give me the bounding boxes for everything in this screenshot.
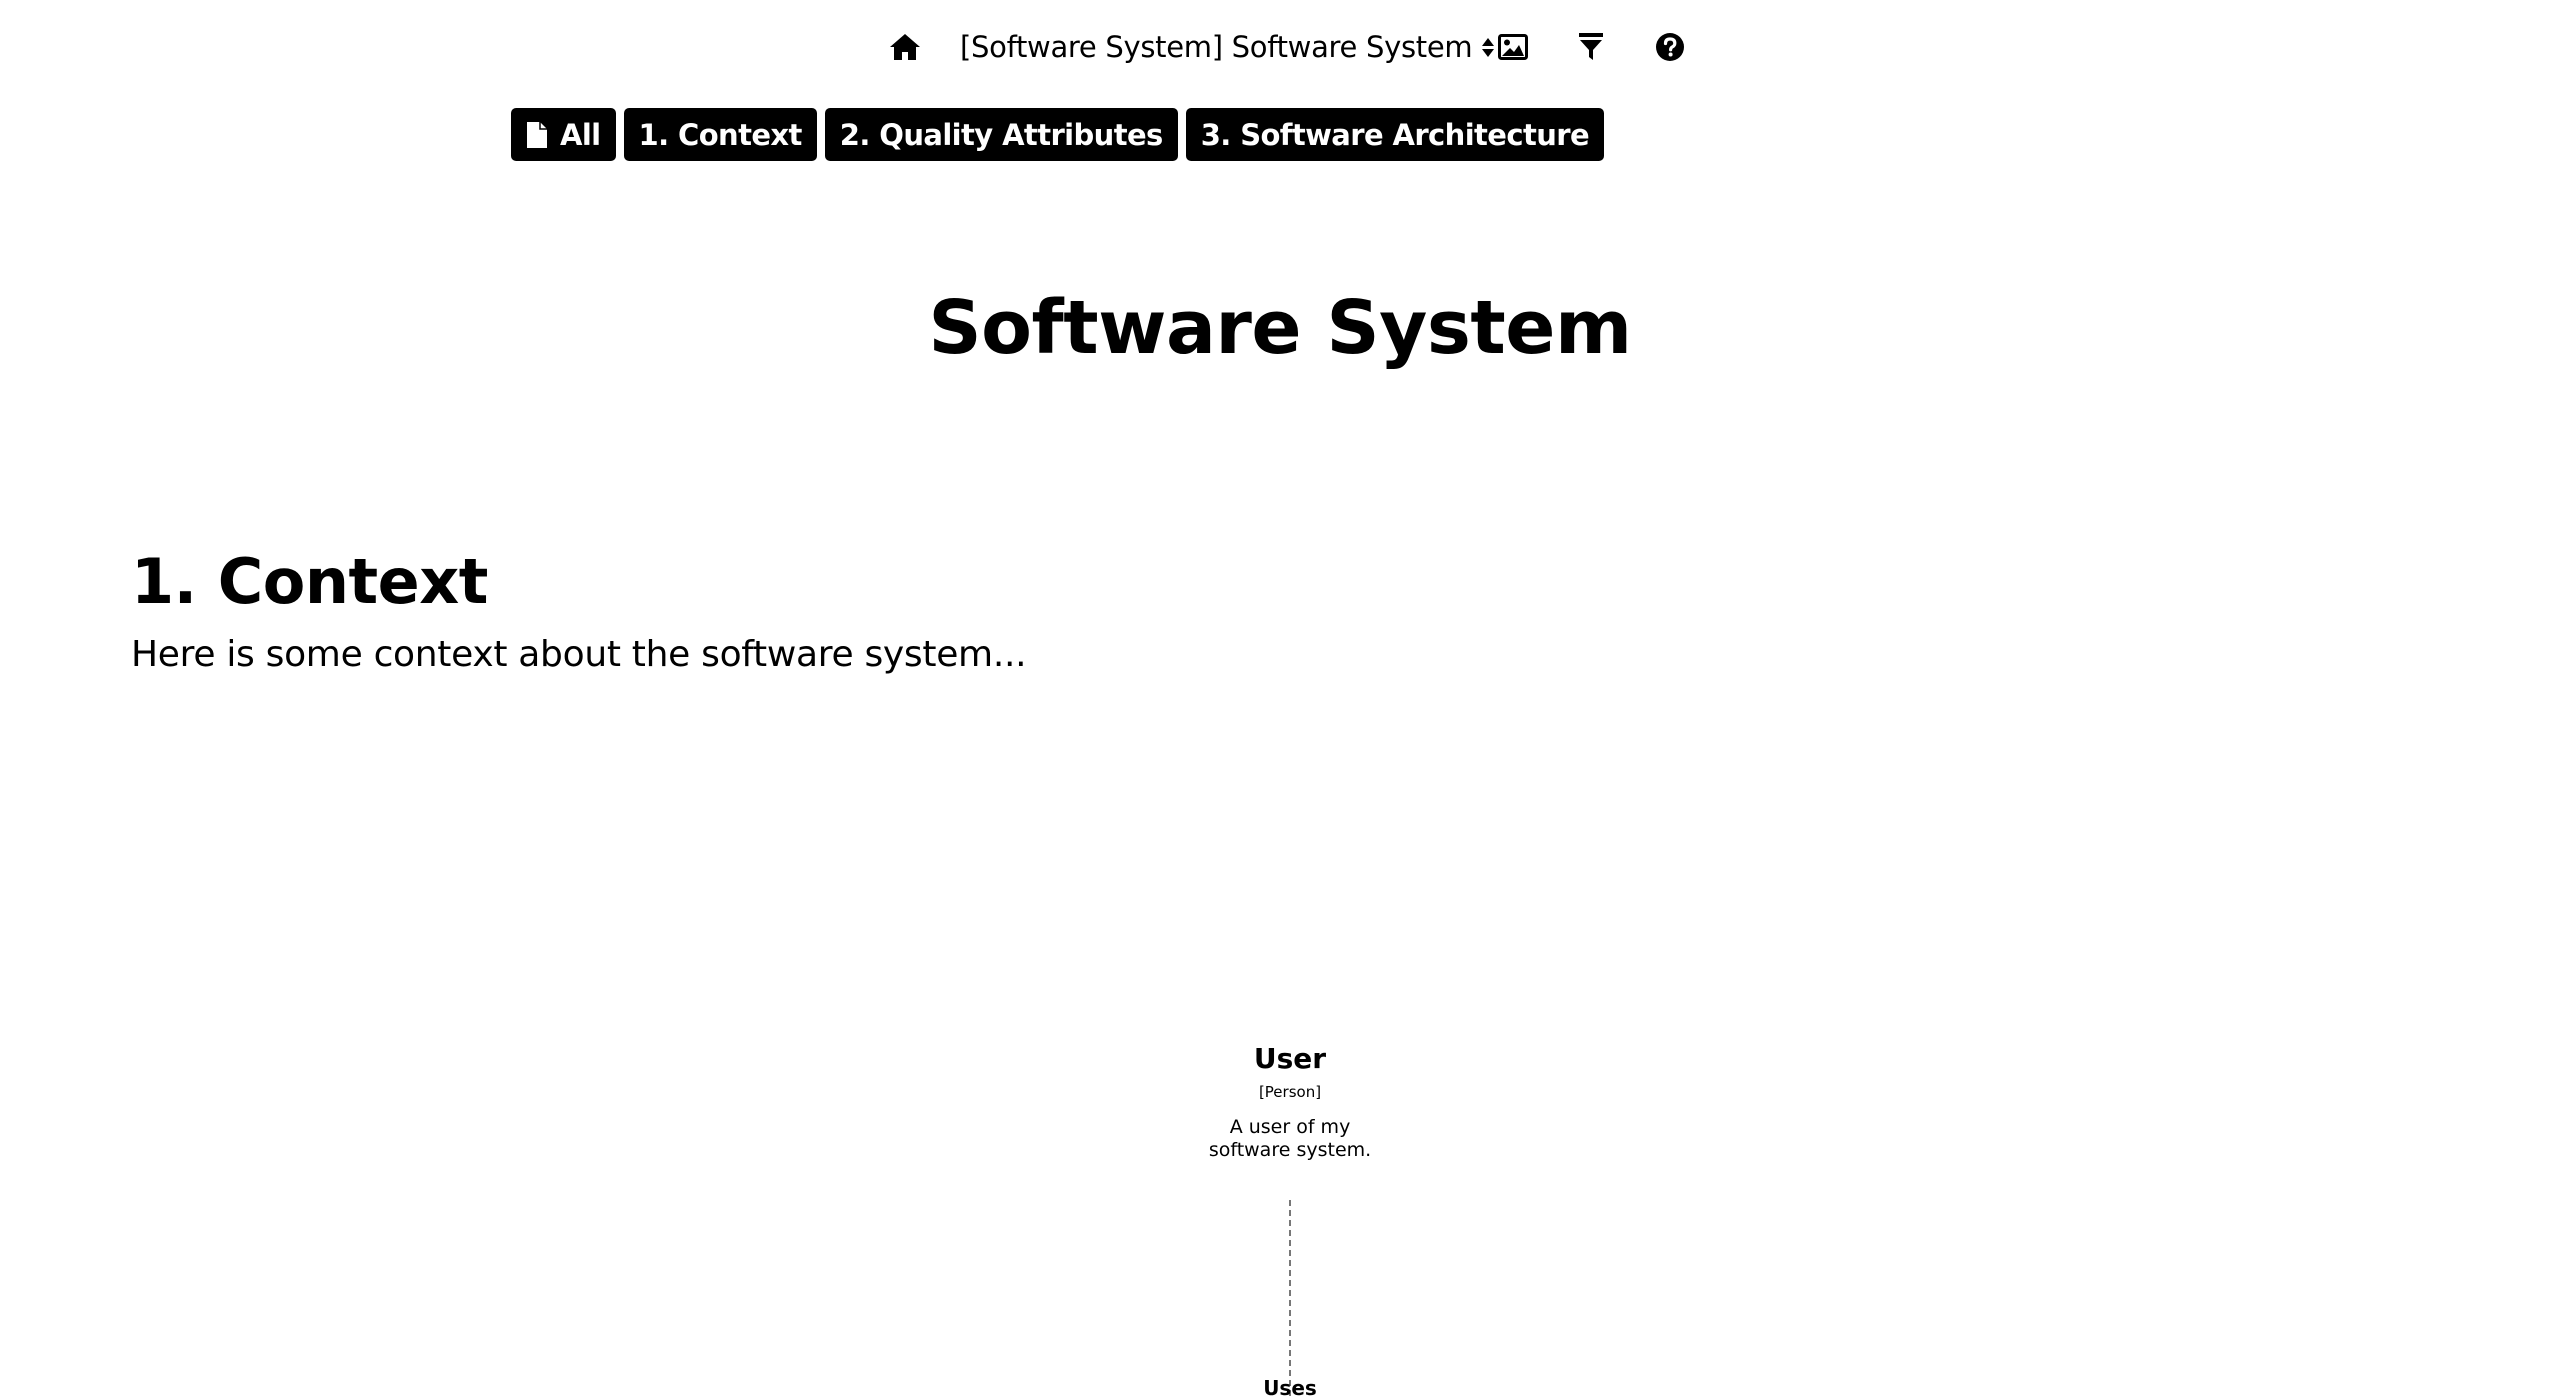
image-icon	[1498, 34, 1528, 60]
context-diagram: User [Person] A user of my software syst…	[1080, 1030, 1500, 1400]
relationship-label: Uses	[1263, 1376, 1317, 1400]
section-text-context: Here is some context about the software …	[131, 634, 1027, 675]
file-icon	[526, 121, 548, 149]
nav-button-quality-attributes[interactable]: 2. Quality Attributes	[824, 108, 1178, 161]
filter-icon	[1578, 32, 1604, 62]
person-name: User	[1253, 1042, 1327, 1075]
nav-button-all[interactable]: All	[511, 108, 616, 161]
toolbar: [Software System] Software System	[0, 22, 2560, 72]
export-image-button[interactable]	[1488, 22, 1538, 72]
section-nav: All 1. Context 2. Quality Attributes 3. …	[511, 108, 1605, 161]
help-button[interactable]	[1645, 22, 1695, 72]
nav-button-label: 3. Software Architecture	[1200, 117, 1590, 152]
home-button[interactable]	[880, 22, 930, 72]
nav-button-label: 1. Context	[638, 117, 803, 152]
software-system-selector[interactable]: [Software System] Software System	[960, 22, 1495, 72]
selector-value: [Software System] Software System	[960, 30, 1473, 64]
home-icon	[889, 32, 921, 62]
documentation-page: [Software System] Software System All 1.…	[0, 0, 2560, 1400]
nav-button-software-architecture[interactable]: 3. Software Architecture	[1185, 108, 1605, 161]
section-heading-context: 1. Context	[131, 545, 488, 618]
person-type: [Person]	[1258, 1083, 1322, 1101]
nav-button-label: All	[560, 117, 601, 152]
filter-button[interactable]	[1566, 22, 1616, 72]
relationship-line	[1289, 1200, 1291, 1396]
person-description: A user of my software system.	[1208, 1116, 1372, 1161]
nav-button-label: 2. Quality Attributes	[839, 117, 1164, 152]
help-icon	[1655, 32, 1685, 62]
nav-button-context[interactable]: 1. Context	[623, 108, 817, 161]
page-title: Software System	[928, 285, 1632, 371]
